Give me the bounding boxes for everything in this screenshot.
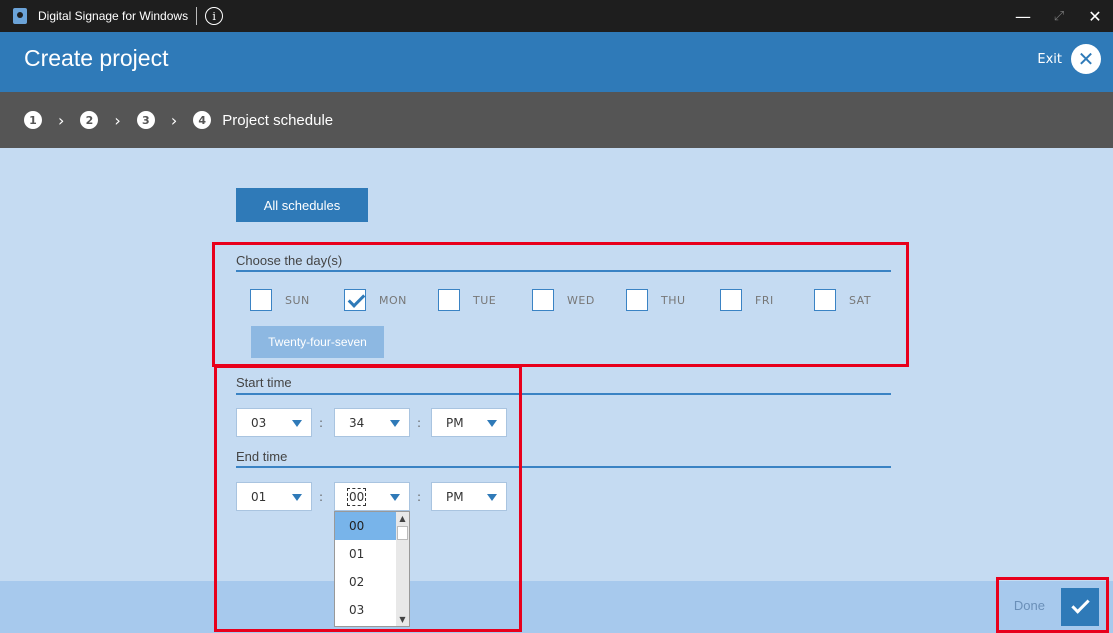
end-hour-value: 01 bbox=[251, 489, 267, 504]
end-hour-select[interactable]: 01 bbox=[236, 482, 312, 511]
start-ampm-value: PM bbox=[446, 415, 464, 430]
section-divider bbox=[236, 393, 891, 395]
page-header: Create project Exit ✕ bbox=[0, 32, 1113, 92]
time-colon: : bbox=[319, 490, 324, 504]
day-mon[interactable]: MON bbox=[344, 289, 438, 311]
day-label: SUN bbox=[285, 293, 310, 307]
dropdown-scrollbar[interactable]: ▲ ▼ bbox=[396, 512, 409, 626]
wizard-steps: 1 › 2 › 3 › 4 Project schedule bbox=[0, 92, 1113, 148]
start-hour-value: 03 bbox=[251, 415, 267, 430]
exit-close-icon[interactable]: ✕ bbox=[1071, 44, 1101, 74]
checkbox-tue[interactable] bbox=[438, 289, 460, 311]
info-icon[interactable]: i bbox=[205, 7, 224, 25]
chevron-right-icon: › bbox=[170, 110, 178, 130]
day-label: THU bbox=[661, 293, 686, 307]
scroll-down-icon[interactable]: ▼ bbox=[396, 613, 409, 626]
maximize-button[interactable]: ⤢ bbox=[1041, 0, 1077, 32]
time-colon: : bbox=[417, 416, 422, 430]
dropdown-caret-icon bbox=[390, 420, 400, 427]
day-selector: SUN MON TUE WED THU FRI SAT bbox=[250, 289, 908, 311]
start-ampm-select[interactable]: PM bbox=[431, 408, 507, 437]
app-icon bbox=[13, 8, 27, 24]
day-label: FRI bbox=[755, 293, 774, 307]
scrollbar-thumb[interactable] bbox=[397, 526, 408, 540]
day-label: SAT bbox=[849, 293, 872, 307]
day-wed[interactable]: WED bbox=[532, 289, 626, 311]
checkmark-icon bbox=[1070, 595, 1090, 614]
dropdown-option[interactable]: 00 bbox=[335, 512, 397, 540]
day-sun[interactable]: SUN bbox=[250, 289, 344, 311]
time-colon: : bbox=[319, 416, 324, 430]
day-tue[interactable]: TUE bbox=[438, 289, 532, 311]
checkbox-sun[interactable] bbox=[250, 289, 272, 311]
chevron-right-icon: › bbox=[114, 110, 121, 130]
day-label: WED bbox=[567, 293, 595, 307]
dropdown-option[interactable]: 01 bbox=[335, 540, 397, 568]
minimize-button[interactable]: — bbox=[1005, 0, 1041, 32]
exit-label[interactable]: Exit bbox=[1037, 52, 1062, 67]
page-title: Create project bbox=[24, 45, 169, 71]
current-step-label: Project schedule bbox=[222, 111, 334, 129]
checkbox-wed[interactable] bbox=[532, 289, 554, 311]
dropdown-caret-icon bbox=[390, 494, 400, 501]
window-controls: — ⤢ ✕ bbox=[1005, 0, 1113, 32]
app-title: Digital Signage for Windows bbox=[38, 9, 189, 23]
title-bar: Digital Signage for Windows i — ⤢ ✕ bbox=[0, 0, 1113, 32]
section-divider bbox=[236, 466, 891, 468]
dropdown-caret-icon bbox=[487, 494, 497, 501]
choose-days-label: Choose the day(s) bbox=[236, 253, 343, 268]
end-ampm-select[interactable]: PM bbox=[431, 482, 507, 511]
start-minute-value: 34 bbox=[349, 415, 365, 430]
dropdown-option[interactable]: 03 bbox=[335, 596, 397, 624]
day-thu[interactable]: THU bbox=[626, 289, 720, 311]
dropdown-option[interactable]: 02 bbox=[335, 568, 397, 596]
chevron-right-icon: › bbox=[58, 110, 65, 130]
start-time-label: Start time bbox=[236, 375, 292, 390]
day-label: TUE bbox=[473, 293, 497, 307]
done-button[interactable] bbox=[1061, 588, 1099, 626]
checkbox-fri[interactable] bbox=[720, 289, 742, 311]
step-1-icon[interactable]: 1 bbox=[24, 111, 42, 129]
section-divider bbox=[236, 270, 891, 272]
checkbox-thu[interactable] bbox=[626, 289, 648, 311]
end-minute-value: 00 bbox=[346, 487, 367, 506]
checkbox-sat[interactable] bbox=[814, 289, 836, 311]
start-minute-select[interactable]: 34 bbox=[334, 408, 410, 437]
end-minute-select[interactable]: 00 bbox=[334, 482, 410, 511]
day-fri[interactable]: FRI bbox=[720, 289, 814, 311]
step-2-icon[interactable]: 2 bbox=[80, 111, 99, 129]
checkbox-mon[interactable] bbox=[344, 289, 366, 311]
dropdown-caret-icon bbox=[292, 420, 302, 427]
day-label: MON bbox=[379, 293, 407, 307]
dropdown-caret-icon bbox=[292, 494, 302, 501]
title-separator bbox=[196, 7, 198, 25]
end-ampm-value: PM bbox=[446, 489, 464, 504]
step-4-icon: 4 bbox=[193, 111, 212, 129]
close-window-button[interactable]: ✕ bbox=[1077, 0, 1113, 32]
day-sat[interactable]: SAT bbox=[814, 289, 908, 311]
exit-button[interactable]: Exit ✕ bbox=[1037, 44, 1101, 74]
step-3-icon[interactable]: 3 bbox=[136, 111, 155, 129]
twenty-four-seven-button[interactable]: Twenty-four-seven bbox=[251, 326, 384, 358]
footer-bar: Done bbox=[0, 581, 1113, 633]
time-colon: : bbox=[417, 490, 422, 504]
dropdown-caret-icon bbox=[487, 420, 497, 427]
scroll-up-icon[interactable]: ▲ bbox=[396, 512, 409, 525]
start-hour-select[interactable]: 03 bbox=[236, 408, 312, 437]
end-minute-dropdown-list[interactable]: 00 01 02 03 ▲ ▼ bbox=[334, 511, 410, 627]
all-schedules-button[interactable]: All schedules bbox=[236, 188, 368, 222]
done-label: Done bbox=[1013, 598, 1045, 613]
end-time-label: End time bbox=[236, 449, 288, 464]
